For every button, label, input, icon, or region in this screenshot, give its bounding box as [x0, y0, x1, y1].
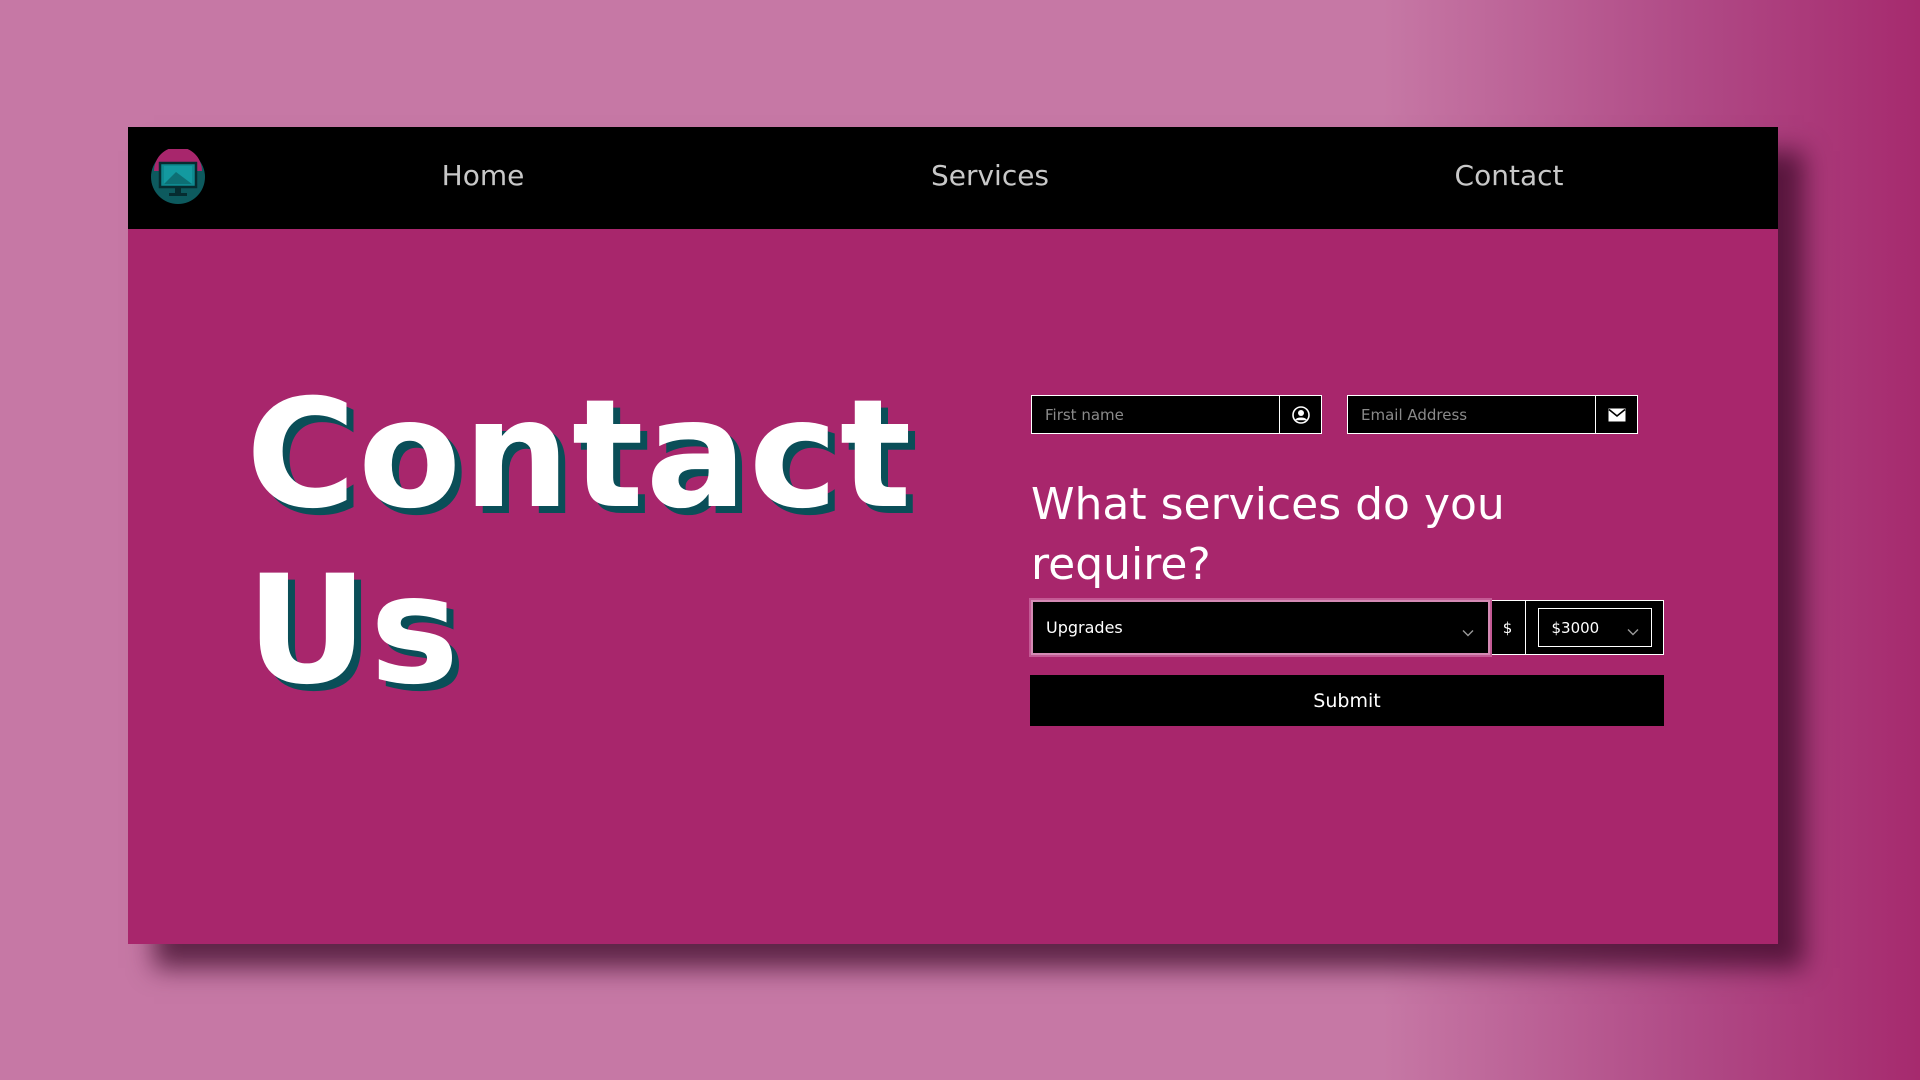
- submit-button[interactable]: Submit: [1030, 675, 1664, 726]
- first-name-input[interactable]: [1032, 396, 1279, 433]
- contact-page-window: Home Services Contact Contact Us First n…: [128, 127, 1778, 944]
- envelope-icon: [1595, 396, 1637, 433]
- monitor-logo-icon[interactable]: [150, 147, 206, 205]
- service-select[interactable]: Upgrades: [1031, 600, 1490, 655]
- page-title-line-2: Us: [246, 544, 462, 718]
- page-title: Contact Us: [246, 367, 913, 719]
- nav-services-link[interactable]: Services: [880, 159, 1100, 192]
- navbar: Home Services Contact: [128, 127, 1778, 229]
- services-question: What services do you require?: [1031, 479, 1505, 590]
- service-select-value: Upgrades: [1046, 618, 1123, 637]
- currency-addon: $: [1490, 600, 1526, 655]
- budget-group: $3000: [1526, 600, 1664, 655]
- nav-home-link[interactable]: Home: [373, 159, 593, 192]
- email-group: [1347, 395, 1638, 434]
- budget-select-value: $3000: [1551, 618, 1600, 637]
- chevron-down-icon: [1462, 622, 1474, 641]
- chevron-down-icon: [1627, 622, 1639, 640]
- page-title-line-1: Contact: [246, 368, 914, 542]
- nav-contact-link[interactable]: Contact: [1399, 159, 1619, 192]
- service-select-row: Upgrades $ $3000: [1031, 600, 1664, 655]
- first-name-group: [1031, 395, 1322, 434]
- email-input[interactable]: [1348, 396, 1595, 433]
- budget-select[interactable]: $3000: [1537, 608, 1652, 647]
- user-circle-icon: [1279, 396, 1321, 433]
